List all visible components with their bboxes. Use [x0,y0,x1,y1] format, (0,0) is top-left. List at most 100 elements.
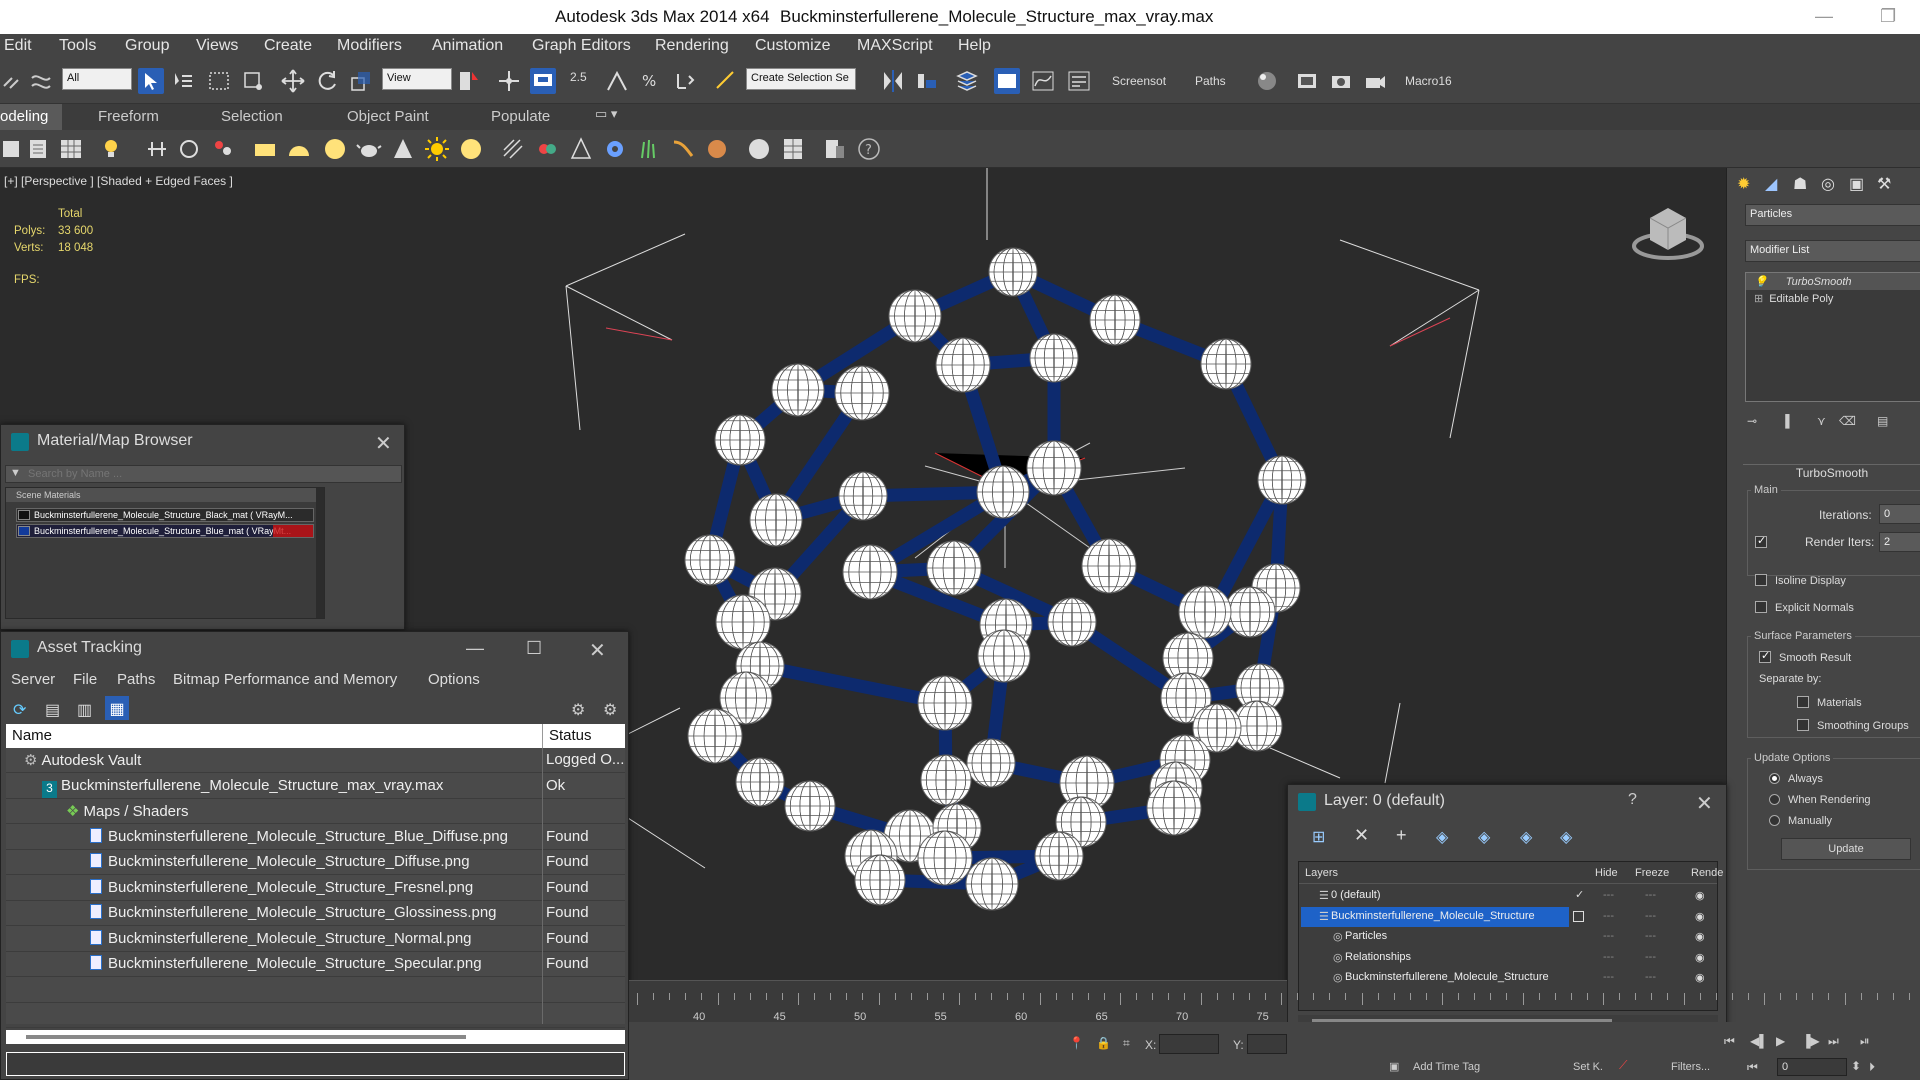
table-row[interactable]: Buckminsterfullerene_Molecule_Structure_… [6,850,625,875]
grass-icon[interactable] [636,136,662,162]
render-iters-spinner[interactable]: 2 [1879,532,1920,552]
smooth-result-checkbox[interactable]: Smooth Result [1759,649,1851,664]
list-view-icon[interactable]: ▤ [45,700,60,720]
snap-toggle-icon[interactable]: 2.5 [570,68,600,94]
asset-menu-paths[interactable]: Paths [117,671,155,688]
reference-coordinate-dropdown[interactable]: View [382,68,452,90]
table-row[interactable]: ⚙ Autodesk Vault Logged O... [6,748,625,773]
select-manipulate-icon[interactable] [496,68,522,94]
display-tab-icon[interactable]: ▣ [1849,174,1864,194]
object-name-field[interactable]: Particles [1745,204,1920,226]
hide-all-icon[interactable]: ◈ [1520,827,1532,847]
add-time-tag-button[interactable]: Add Time Tag [1413,1061,1480,1073]
close-icon[interactable]: ✕ [589,638,606,663]
curve-editor-icon[interactable] [1030,68,1056,94]
move-icon[interactable] [280,68,306,94]
asset-menu-file[interactable]: File [73,671,97,688]
column-status[interactable]: Status [542,724,592,748]
mirror-icon[interactable] [880,68,906,94]
minimize-icon[interactable]: — [1815,6,1833,27]
angle-snap-icon[interactable] [604,68,630,94]
materials-checkbox[interactable]: Materials [1797,696,1862,709]
column-layers[interactable]: Layers [1305,867,1338,879]
utilities-tab-icon[interactable]: ⚒ [1877,174,1891,194]
hemisphere-icon[interactable] [286,136,312,162]
material-editor-icon[interactable] [1254,68,1280,94]
render-production-icon[interactable] [1362,68,1388,94]
tab-selection[interactable]: Selection [221,108,283,125]
turbosmooth-rollout-title[interactable]: TurboSmooth [1743,464,1920,480]
menu-animation[interactable]: Animation [432,37,503,55]
scene-materials-header[interactable]: Scene Materials [6,488,324,502]
list-icon[interactable] [26,136,52,162]
column-name[interactable]: Name [12,727,52,744]
isoline-display-checkbox[interactable]: Isoline Display [1755,574,1846,587]
maximize-icon[interactable]: ☐ [526,638,542,659]
menu-help[interactable]: Help [958,37,991,55]
stack-item-editable-poly[interactable]: ⊞ Editable Poly [1746,290,1920,307]
pivot-center-icon[interactable] [456,68,482,94]
physics-icon[interactable] [568,136,594,162]
ribbon-toggle-icon[interactable] [994,68,1020,94]
freeze-toggle[interactable]: --- [1645,910,1656,922]
menu-customize[interactable]: Customize [755,37,831,55]
cone-icon[interactable] [390,136,416,162]
unlink-icon[interactable] [28,68,54,94]
close-icon[interactable]: ✕ [1696,791,1713,816]
timeline-track[interactable]: 40 45 50 55 60 65 70 75 [629,980,1910,1023]
table-row[interactable]: Buckminsterfullerene_Molecule_Structure_… [6,952,625,977]
render-toggle-icon[interactable]: ◉ [1695,910,1705,923]
update-button[interactable]: Update [1781,838,1911,860]
material-item-blue[interactable]: Buckminsterfullerene_Molecule_Structure_… [16,524,314,538]
screenshot-button[interactable]: Screensot [1112,74,1166,88]
asset-horizontal-scrollbar[interactable] [6,1030,625,1044]
asset-menu-server[interactable]: Server [11,671,55,688]
tab-object-paint[interactable]: Object Paint [347,108,429,125]
x-coordinate-field[interactable] [1159,1034,1219,1054]
freeze-all-icon[interactable]: ◈ [1560,827,1572,847]
cloth-icon[interactable] [534,136,560,162]
go-to-start-icon[interactable]: ⏮ [1724,1034,1735,1049]
asset-menu-bitmap[interactable]: Bitmap Performance and Memory [173,671,397,688]
menu-create[interactable]: Create [264,37,312,55]
bulb-icon[interactable]: 💡 [1754,276,1768,288]
help-button[interactable]: ? [1628,791,1637,809]
freeze-toggle[interactable]: --- [1645,889,1656,901]
tab-populate[interactable]: Populate [491,108,550,125]
layer-row[interactable]: ☰ 0 (default) ✓ --- --- ◉ [1299,886,1717,906]
plane-icon[interactable] [252,136,278,162]
frame-spinner-icon[interactable]: ⬍ [1851,1059,1861,1073]
render-toggle-icon[interactable]: ◉ [1695,971,1705,984]
layer-row[interactable]: ◎ Buckminsterfullerene_Molecule_Structure… [1299,968,1717,988]
hide-toggle[interactable]: --- [1603,930,1614,942]
percent-snap-icon[interactable]: % [638,68,664,94]
light-lister-icon[interactable] [100,136,126,162]
material-sphere-icon[interactable] [746,136,772,162]
key-mode-icon[interactable]: ⏯ [1860,1034,1870,1049]
select-by-name-icon[interactable] [170,68,196,94]
set-key-button[interactable]: Set K. [1573,1061,1603,1073]
scale-icon[interactable] [348,68,374,94]
menu-graph-editors[interactable]: Graph Editors [532,37,631,55]
hide-toggle[interactable]: --- [1603,971,1614,983]
refresh-icon[interactable]: ⟳ [13,700,26,720]
window-crossing-icon[interactable] [240,68,266,94]
y-coordinate-field[interactable] [1247,1034,1287,1054]
delete-layer-icon[interactable]: ✕ [1354,825,1369,846]
table-view-icon[interactable]: ▦ [105,696,129,720]
table-row[interactable]: Buckminsterfullerene_Molecule_Structure_… [6,927,625,952]
material-item-black[interactable]: Buckminsterfullerene_Molecule_Structure_… [16,508,314,522]
gear-icon[interactable] [602,136,628,162]
create-layer-icon[interactable]: ⊞ [1312,827,1325,847]
biped-icon[interactable] [176,136,202,162]
absolute-mode-icon[interactable]: ⌗ [1123,1036,1130,1051]
hide-toggle[interactable]: --- [1603,910,1614,922]
freeze-toggle[interactable]: --- [1645,930,1656,942]
maximize-icon[interactable]: ❐ [1880,6,1896,27]
ribbon-options-icon[interactable]: ▭ ▾ [595,106,617,122]
render-region-icon[interactable] [822,136,848,162]
key-mode-toggle-icon[interactable]: ⏮ [1747,1060,1758,1075]
column-freeze[interactable]: Freeze [1635,867,1669,879]
layer-manager-icon[interactable] [954,68,980,94]
create-tab-icon[interactable]: ✹ [1737,174,1750,194]
